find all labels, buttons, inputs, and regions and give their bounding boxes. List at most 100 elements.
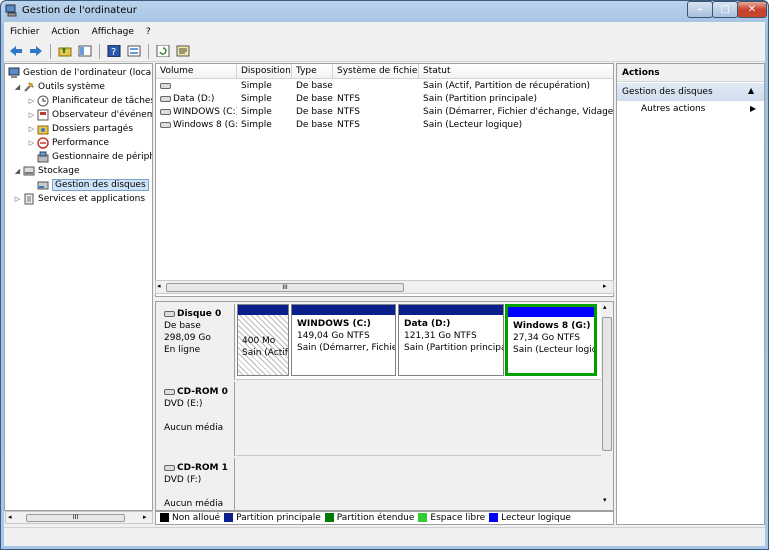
- minimize-button[interactable]: –: [687, 1, 713, 18]
- menu-help[interactable]: ?: [140, 27, 157, 37]
- legend-item: Non alloué: [160, 513, 220, 523]
- table-row[interactable]: Data (D:) Simple De base NTFS Sain (Part…: [156, 93, 613, 106]
- tree-item-gestionnaire-peripheriques[interactable]: Gestionnaire de périphériques: [36, 150, 152, 163]
- tree-item-root[interactable]: Gestion de l'ordinateur (local): [7, 66, 152, 79]
- toolbar: ?: [4, 41, 765, 62]
- legend-swatch-lightgreen: [418, 513, 428, 522]
- partition-windows-c[interactable]: WINDOWS (C:) 149,04 Go NTFS Sain (Démarr…: [291, 304, 396, 376]
- refresh-icon[interactable]: [155, 43, 171, 59]
- table-row[interactable]: Simple De base Sain (Actif, Partition de…: [156, 80, 613, 93]
- tree-item-observateur[interactable]: ▷ Observateur d'événements: [27, 108, 152, 121]
- maximize-button[interactable]: □: [712, 1, 738, 18]
- shared-folder-icon: [37, 123, 49, 135]
- menu-action[interactable]: Action: [45, 27, 85, 37]
- collapse-up-icon[interactable]: ▲: [748, 86, 754, 95]
- volume-list: Volume Disposition Type Système de fichi…: [155, 63, 614, 297]
- tree-item-planificateur[interactable]: ▷ Planificateur de tâches: [27, 94, 152, 107]
- tree-item-stockage[interactable]: ◢ Stockage: [13, 164, 80, 177]
- legend-item: Lecteur logique: [489, 513, 571, 523]
- export-icon[interactable]: [175, 43, 191, 59]
- menu-affichage[interactable]: Affichage: [86, 27, 140, 37]
- computer-icon: [8, 67, 20, 79]
- status-bar: [4, 527, 765, 546]
- toolbar-separator: [99, 43, 100, 59]
- actions-pane: Actions Gestion des disques ▲ Autres act…: [616, 63, 765, 525]
- navigation-tree: Gestion de l'ordinateur (local) ◢ Outils…: [4, 63, 153, 511]
- expand-icon[interactable]: ▷: [13, 195, 22, 203]
- table-row[interactable]: Windows 8 (G:) Simple De base NTFS Sain …: [156, 119, 613, 132]
- window-title: Gestion de l'ordinateur: [22, 5, 137, 16]
- volume-scroll-thumb[interactable]: III: [166, 283, 404, 292]
- legend-swatch-black: [160, 513, 169, 522]
- legend-swatch-blue: [489, 513, 499, 522]
- forward-icon[interactable]: [28, 43, 44, 59]
- help-icon[interactable]: ?: [106, 43, 122, 59]
- disk-vertical-scrollbar[interactable]: ▴ ▾: [601, 303, 613, 507]
- collapse-icon[interactable]: ◢: [13, 167, 22, 175]
- legend-item: Espace libre: [418, 513, 485, 523]
- disk-graphical-view: Disque 0 De base 298,09 Go En ligne 400 …: [155, 301, 614, 511]
- tree-item-outils-systeme[interactable]: ◢ Outils système: [13, 80, 105, 93]
- close-button[interactable]: ✕: [737, 1, 767, 18]
- storage-icon: [23, 165, 35, 177]
- cdrom-1-label[interactable]: CD-ROM 1 DVD (F:) Aucun média: [158, 458, 235, 510]
- col-type[interactable]: Type: [292, 64, 333, 79]
- maximize-icon: □: [720, 4, 730, 15]
- tree-item-services-applications[interactable]: ▷ Services et applications: [13, 192, 145, 205]
- drive-icon: [160, 108, 171, 115]
- svg-text:?: ?: [111, 47, 116, 57]
- expand-icon[interactable]: ▷: [27, 125, 36, 133]
- scroll-down-icon[interactable]: ▾: [603, 496, 607, 504]
- collapse-icon[interactable]: ◢: [13, 83, 22, 91]
- event-viewer-icon: [37, 109, 49, 121]
- tree-scroll-thumb[interactable]: III: [26, 514, 125, 522]
- volume-horizontal-scrollbar[interactable]: ◂ III ▸: [155, 280, 614, 294]
- show-tree-icon[interactable]: [77, 43, 93, 59]
- legend-item: Partition principale: [224, 513, 321, 523]
- scroll-left-icon[interactable]: ◂: [157, 282, 161, 290]
- col-volume[interactable]: Volume: [156, 64, 237, 79]
- partition-windows8-g[interactable]: Windows 8 (G:) 27,34 Go NTFS Sain (Lecte…: [505, 304, 597, 376]
- tree-item-gestion-disques[interactable]: Gestion des disques: [36, 178, 149, 191]
- actions-section-gestion-disques[interactable]: Gestion des disques ▲: [617, 83, 764, 101]
- col-systeme-fichiers[interactable]: Système de fichiers: [333, 64, 419, 79]
- expand-icon[interactable]: ▷: [27, 111, 36, 119]
- tools-icon: [23, 81, 35, 93]
- minimize-icon: –: [697, 4, 703, 15]
- cdrom-0-area: [236, 382, 601, 456]
- partition-recovery[interactable]: 400 Mo Sain (Actif, Partition de récupér…: [237, 304, 289, 376]
- cdrom-1-area: [236, 458, 601, 510]
- cdrom-icon: [164, 388, 175, 395]
- drive-icon: [160, 121, 171, 128]
- up-folder-icon[interactable]: [57, 43, 73, 59]
- col-statut[interactable]: Statut: [419, 64, 613, 79]
- actions-title: Actions: [617, 64, 764, 82]
- disk-scroll-thumb[interactable]: [602, 317, 612, 451]
- drive-icon: [160, 82, 171, 89]
- tree-item-dossiers-partages[interactable]: ▷ Dossiers partagés: [27, 122, 133, 135]
- volume-list-header: Volume Disposition Type Système de fichi…: [156, 64, 613, 79]
- scroll-right-icon[interactable]: ▸: [143, 513, 147, 521]
- tree-item-performance[interactable]: ▷ Performance: [27, 136, 109, 149]
- properties-icon[interactable]: [126, 43, 142, 59]
- scroll-left-icon[interactable]: ◂: [8, 513, 12, 521]
- tree-horizontal-scrollbar[interactable]: ◂ III ▸: [5, 511, 153, 524]
- expand-icon[interactable]: ▷: [27, 97, 36, 105]
- partition-data-d[interactable]: Data (D:) 121,31 Go NTFS Sain (Partition…: [398, 304, 504, 376]
- title-bar[interactable]: Gestion de l'ordinateur – □ ✕: [0, 0, 769, 22]
- disk-management-icon: [37, 179, 49, 191]
- back-icon[interactable]: [8, 43, 24, 59]
- expand-icon[interactable]: ▷: [27, 139, 36, 147]
- performance-icon: [37, 136, 49, 149]
- hard-disk-icon: [164, 310, 175, 317]
- toolbar-separator: [50, 43, 51, 59]
- actions-autres-actions[interactable]: Autres actions ▶: [617, 104, 764, 120]
- menu-fichier[interactable]: Fichier: [4, 27, 45, 37]
- cdrom-0-label[interactable]: CD-ROM 0 DVD (E:) Aucun média: [158, 382, 235, 456]
- table-row[interactable]: WINDOWS (C:) Simple De base NTFS Sain (D…: [156, 106, 613, 119]
- col-disposition[interactable]: Disposition: [237, 64, 292, 79]
- disk-0-label[interactable]: Disque 0 De base 298,09 Go En ligne: [158, 304, 235, 380]
- scroll-up-icon[interactable]: ▴: [603, 303, 607, 311]
- scroll-right-icon[interactable]: ▸: [603, 282, 607, 290]
- device-manager-icon: [37, 151, 49, 163]
